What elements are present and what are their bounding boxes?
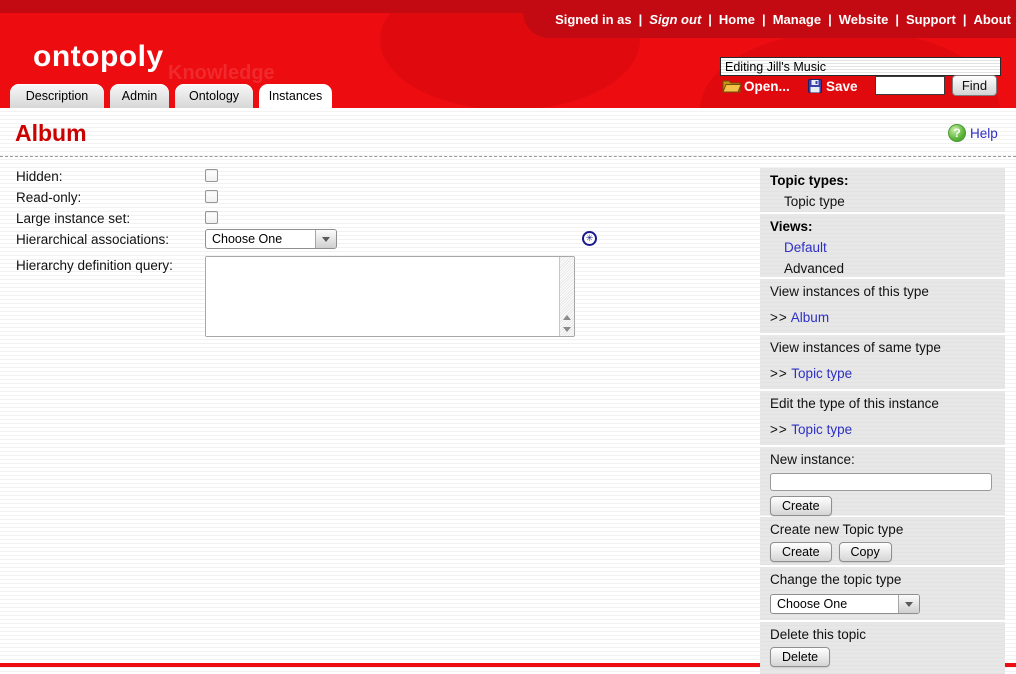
chevron-down-icon: [898, 595, 919, 613]
top-nav: Signed in as Sign out Home Manage Websit…: [523, 0, 1016, 38]
topic-types-heading: Topic types:: [770, 173, 995, 188]
sidebar-views: Views: Default Advanced: [760, 214, 1005, 277]
hierarchy-query-label: Hierarchy definition query:: [16, 258, 173, 273]
page-title: Album: [15, 120, 87, 147]
sidebar-delete-topic: Delete this topic Delete: [760, 622, 1005, 674]
delete-topic-button[interactable]: Delete: [770, 647, 830, 667]
copy-topic-type-button[interactable]: Copy: [839, 542, 892, 562]
tab-admin[interactable]: Admin: [110, 84, 169, 108]
section-title: Delete this topic: [770, 627, 995, 642]
chevron-down-icon: [315, 230, 336, 248]
arrow-prefix: >>: [770, 422, 788, 437]
section-title: Create new Topic type: [770, 522, 995, 537]
view-advanced[interactable]: Advanced: [784, 261, 995, 276]
section-title: View instances of this type: [770, 284, 995, 299]
readonly-checkbox[interactable]: [205, 190, 218, 203]
topic-type-link[interactable]: Topic type: [791, 422, 852, 437]
scroll-up-icon[interactable]: [559, 311, 574, 323]
arrow-prefix: >>: [770, 310, 788, 325]
hierarchy-query-field: [205, 256, 575, 337]
sidebar-new-instance: New instance: Create: [760, 447, 1005, 515]
hidden-label: Hidden:: [16, 169, 63, 184]
sidebar-edit-type-of-instance: Edit the type of this instance >> Topic …: [760, 391, 1005, 445]
open-button[interactable]: Open...: [744, 79, 790, 94]
section-title: Edit the type of this instance: [770, 396, 995, 411]
scroll-down-icon[interactable]: [559, 323, 574, 335]
sidebar-view-instances-same-type: View instances of same type >> Topic typ…: [760, 335, 1005, 389]
topic-types-item[interactable]: Topic type: [784, 194, 995, 209]
views-heading: Views:: [770, 219, 995, 234]
nav-sign-out[interactable]: Sign out: [632, 12, 702, 27]
large-instance-set-label: Large instance set:: [16, 211, 130, 226]
hidden-checkbox[interactable]: [205, 169, 218, 182]
title-separator: [0, 156, 1016, 157]
tab-ontology[interactable]: Ontology: [175, 84, 253, 108]
section-title: Change the topic type: [770, 572, 995, 587]
hierarchy-query-textarea[interactable]: [206, 257, 559, 336]
album-link[interactable]: Album: [791, 310, 829, 325]
help-link[interactable]: Help: [970, 126, 998, 141]
hierarchical-associations-label: Hierarchical associations:: [16, 232, 169, 247]
open-folder-icon[interactable]: [722, 77, 741, 98]
sidebar-create-new-topic-type: Create new Topic type Create Copy: [760, 517, 1005, 565]
cardinality-icon[interactable]: ✳: [582, 231, 597, 246]
header: Signed in as Sign out Home Manage Websit…: [0, 0, 1016, 108]
view-default-link[interactable]: Default: [784, 240, 995, 255]
arrow-prefix: >>: [770, 366, 788, 381]
nav-website[interactable]: Website: [821, 12, 888, 27]
readonly-label: Read-only:: [16, 190, 81, 205]
create-instance-button[interactable]: Create: [770, 496, 832, 516]
select-value: Choose One: [206, 230, 315, 248]
new-instance-input[interactable]: [770, 473, 992, 491]
tab-bar: Description Admin Ontology Instances: [10, 84, 332, 108]
save-floppy-icon[interactable]: [808, 79, 822, 98]
help-icon[interactable]: ?: [948, 124, 966, 142]
nav-about[interactable]: About: [956, 12, 1011, 27]
change-topic-type-select[interactable]: Choose One: [770, 594, 920, 614]
ontopoly-logo: ontopoly: [33, 40, 164, 74]
knowledge-watermark: Knowledge: [168, 62, 275, 85]
editing-topicmap-title: Editing Jill's Music: [720, 57, 1001, 76]
nav-home[interactable]: Home: [701, 12, 755, 27]
find-input[interactable]: [875, 76, 945, 95]
create-topic-type-button[interactable]: Create: [770, 542, 832, 562]
tab-instances[interactable]: Instances: [259, 84, 332, 108]
large-instance-set-checkbox[interactable]: [205, 211, 218, 224]
tab-description[interactable]: Description: [10, 84, 104, 108]
sidebar-view-instances-this-type: View instances of this type >> Album: [760, 279, 1005, 333]
section-title: View instances of same type: [770, 340, 995, 355]
nav-support[interactable]: Support: [888, 12, 955, 27]
save-button[interactable]: Save: [826, 79, 858, 94]
hierarchical-associations-select[interactable]: Choose One: [205, 229, 337, 249]
ontopoly-app: Signed in as Sign out Home Manage Websit…: [0, 0, 1016, 674]
find-button[interactable]: Find: [952, 75, 997, 96]
new-instance-label: New instance:: [770, 452, 995, 467]
nav-signed-in-as: Signed in as: [555, 12, 632, 27]
sidebar-topic-types: Topic types: Topic type: [760, 168, 1005, 212]
topic-type-link[interactable]: Topic type: [791, 366, 852, 381]
sidebar-change-topic-type: Change the topic type Choose One: [760, 567, 1005, 620]
nav-manage[interactable]: Manage: [755, 12, 821, 27]
select-value: Choose One: [771, 595, 898, 613]
